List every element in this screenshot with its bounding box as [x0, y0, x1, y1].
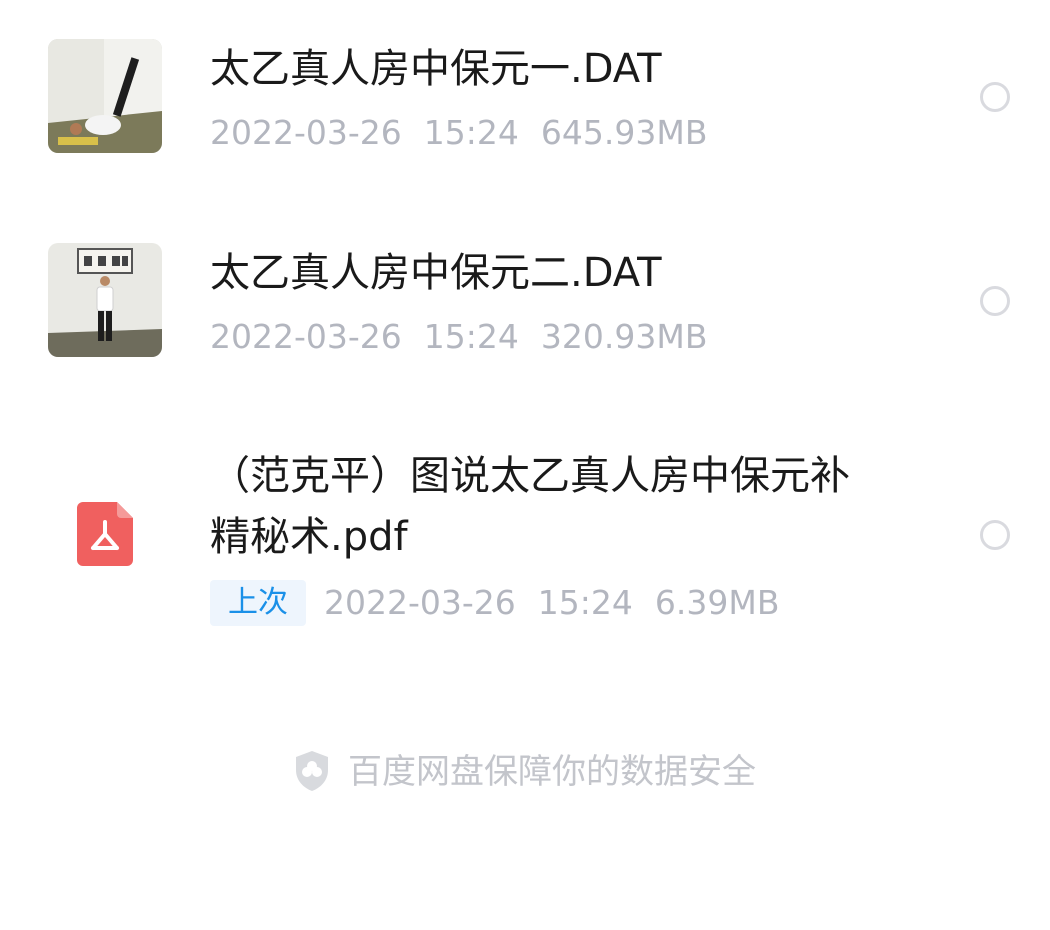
file-date: 2022-03-26: [210, 317, 402, 356]
file-item[interactable]: 太乙真人房中保元二.DAT 2022-03-26 15:24 320.93MB: [0, 200, 1050, 400]
file-name: 太乙真人房中保元一.DAT: [210, 46, 662, 92]
file-meta: 2022-03-26 15:24 6.39MB: [324, 581, 779, 625]
file-size: 645.93MB: [540, 113, 708, 152]
file-date: 2022-03-26: [210, 113, 402, 152]
file-meta: 2022-03-26 15:24 320.93MB: [210, 315, 707, 359]
file-time: 15:24: [423, 113, 519, 152]
pdf-icon: [77, 502, 133, 566]
recent-badge: 上次: [210, 580, 306, 626]
file-name: 太乙真人房中保元二.DAT: [210, 250, 662, 296]
file-size: 320.93MB: [540, 317, 708, 356]
select-radio[interactable]: [980, 520, 1010, 550]
file-time: 15:24: [537, 583, 633, 622]
security-notice: 百度网盘保障你的数据安全: [0, 748, 1050, 796]
file-item[interactable]: （范克平）图说太乙真人房中保元补 精秘术.pdf 上次 2022-03-26 15…: [0, 400, 1050, 660]
file-meta: 2022-03-26 15:24 645.93MB: [210, 111, 707, 155]
select-radio[interactable]: [980, 286, 1010, 316]
file-name-line2: 精秘术.pdf: [210, 514, 408, 560]
video-thumbnail: [48, 243, 162, 357]
file-list-page: 太乙真人房中保元一.DAT 2022-03-26 15:24 645.93MB 太乙…: [0, 0, 1050, 930]
shield-icon: [294, 750, 330, 792]
security-notice-text: 百度网盘保障你的数据安全: [348, 752, 756, 792]
video-thumbnail: [48, 39, 162, 153]
file-size: 6.39MB: [654, 583, 780, 622]
file-time: 15:24: [423, 317, 519, 356]
file-date: 2022-03-26: [324, 583, 516, 622]
file-name-line1: （范克平）图说太乙真人房中保元补: [210, 453, 850, 499]
file-item[interactable]: 太乙真人房中保元一.DAT 2022-03-26 15:24 645.93MB: [0, 0, 1050, 200]
select-radio[interactable]: [980, 82, 1010, 112]
